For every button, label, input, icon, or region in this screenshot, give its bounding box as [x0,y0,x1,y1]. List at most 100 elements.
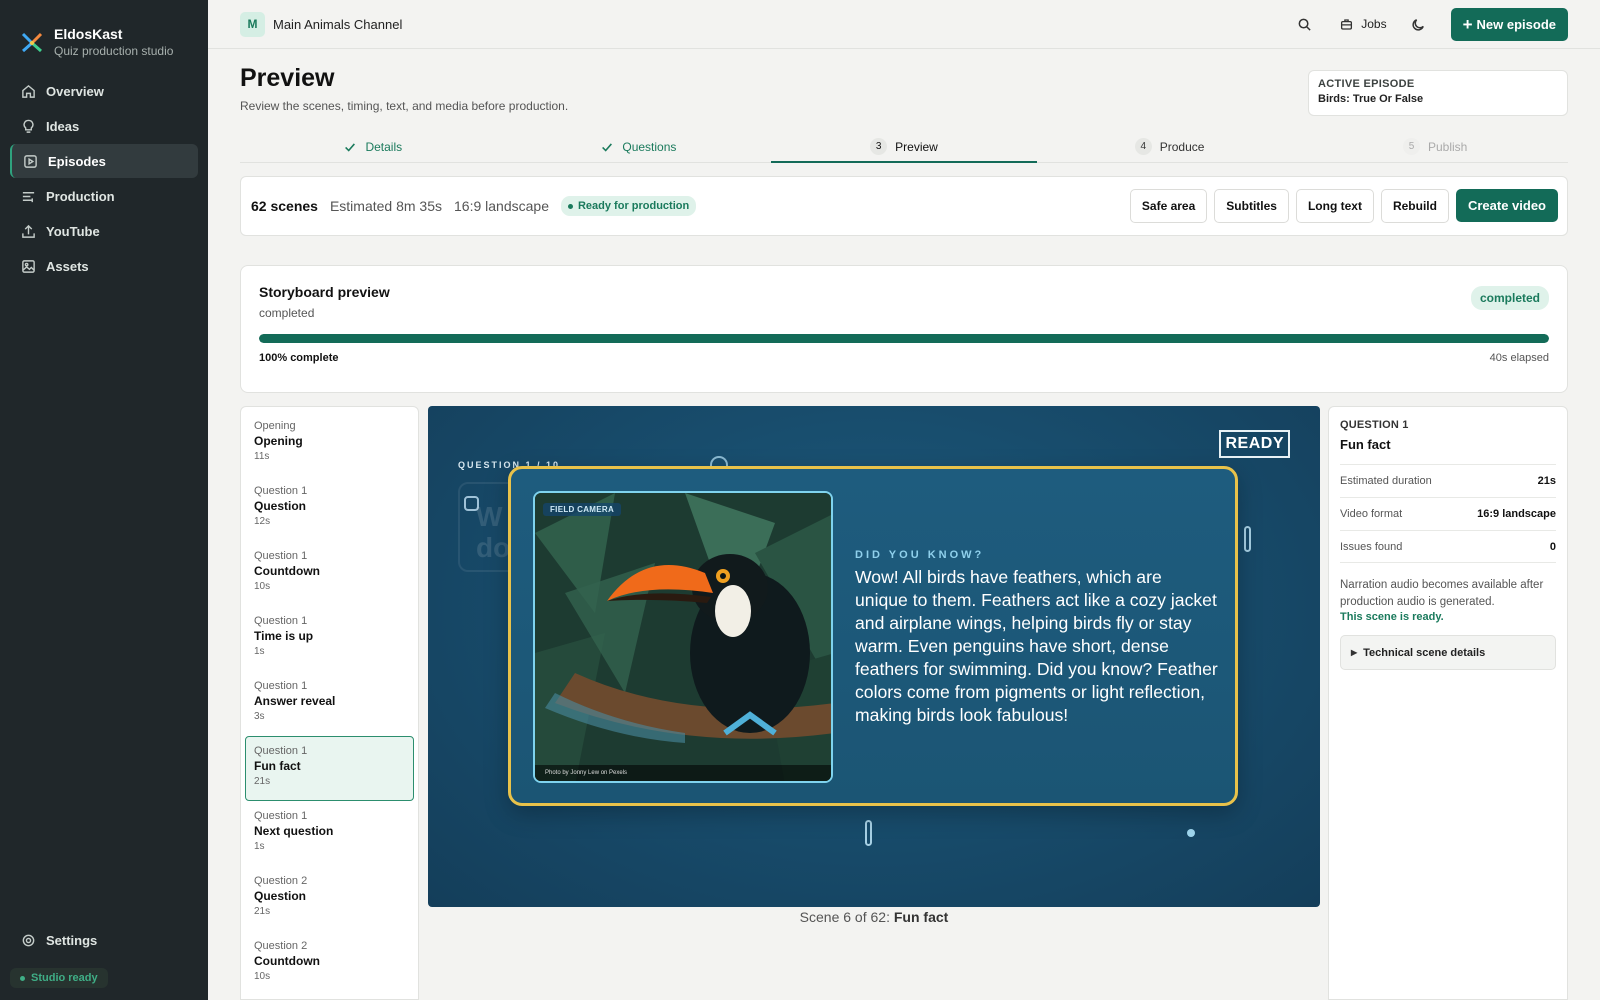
rebuild-button[interactable]: Rebuild [1380,189,1449,223]
active-episode-label: ACTIVE EPISODE [1318,78,1415,90]
app-logo-icon [20,30,44,54]
progress-bar-fill [259,334,1549,343]
photo-credit: Photo by Jonny Lew on Pexels [535,765,831,781]
scene-preview-stage[interactable]: READY QUESTION 1 / 10 Wdo FIELD CAMERA P… [428,406,1320,907]
fun-fact-text: Wow! All birds have feathers, which are … [855,567,1218,725]
step-number: 4 [1134,138,1152,155]
page-header: Preview Review the scenes, timing, text,… [240,64,568,113]
nav-label: Ideas [46,118,80,134]
storyboard-progress-card: Storyboard preview completed completed 1… [240,265,1568,393]
brand[interactable]: EldosKast Quiz production studio [0,0,208,64]
scene-name: Opening [254,434,303,448]
channel-avatar[interactable]: M [240,11,265,37]
jobs-button[interactable]: Jobs [1336,14,1387,34]
nav-item-assets[interactable]: Assets [10,249,198,283]
scene-list-item-selected[interactable]: Question 1 Fun fact 21s [245,736,414,801]
new-episode-button[interactable]: + New episode [1450,7,1568,41]
status-badge: Ready for production [560,196,697,216]
nav-item-ideas[interactable]: Ideas [10,109,198,143]
scene-duration: 1s [254,841,265,852]
scene-list-item[interactable]: Question 1 Time is up 1s [245,606,414,671]
scene-list-item[interactable]: Question 2 Countdown 10s [245,931,414,996]
scene-name: Question [254,499,307,513]
step-preview[interactable]: 3 Preview [771,131,1037,163]
app-tagline: Quiz production studio [54,44,174,58]
fun-fact-card: FIELD CAMERA Photo by Jonny Lew on Pexel… [508,466,1238,806]
step-label: Preview [895,139,938,154]
details-value: 21s [1537,475,1556,487]
details-title: Fun fact [1340,437,1391,452]
step-questions[interactable]: Questions [506,131,772,162]
details-value: 0 [1549,540,1556,553]
scene-list-item[interactable]: Opening Opening 11s [245,411,414,476]
step-number: 5 [1402,138,1420,155]
nav-item-episodes[interactable]: Episodes [10,144,198,178]
scene-name: Answer reveal [254,694,336,708]
scene-list-item[interactable]: Question 1 Next question 1s [245,801,414,866]
scene-duration: 10s [254,971,271,982]
progress-elapsed: 40s elapsed [1489,352,1549,364]
storyboard-title: Storyboard preview [259,284,390,300]
long-text-button[interactable]: Long text [1295,189,1374,223]
step-details[interactable]: Details [240,131,506,162]
nav-item-overview[interactable]: Overview [10,74,198,108]
nav-item-settings[interactable]: Settings [10,923,198,957]
decorative-pill-icon [1244,526,1251,552]
scene-list-item[interactable]: Question 2 Question 21s [245,866,414,931]
status-badge-label: Ready for production [577,200,690,212]
nav-label: Episodes [48,153,106,169]
photo-tag: FIELD CAMERA [543,503,622,516]
scene-details-panel: QUESTION 1 Fun fact Estimated duration 2… [1328,406,1568,1000]
status-badge: completed [1470,286,1549,310]
page-title: Preview [240,64,335,92]
scene-group: Question 2 [254,875,308,887]
active-episode-card[interactable]: ACTIVE EPISODE Birds: True Or False [1308,70,1568,116]
scene-duration: 10s [254,581,271,592]
channel-name[interactable]: Main Animals Channel [273,17,402,32]
nav-item-youtube[interactable]: YouTube [10,214,198,248]
play-square-icon [22,153,38,169]
scene-list-item[interactable]: Question 1 Question 12s [245,476,414,541]
scene-name: Fun fact [254,759,301,773]
step-label: Details [365,139,403,154]
toolbar-actions: Safe area Subtitles Long text Rebuild Cr… [1129,189,1558,223]
page-subtitle: Review the scenes, timing, text, and med… [240,99,569,113]
sidebar: EldosKast Quiz production studio Overvie… [0,0,208,1000]
details-key: Video format [1340,508,1403,520]
estimated-duration: Estimated 8m 35s [329,198,443,214]
create-video-button[interactable]: Create video [1455,189,1558,222]
decorative-dot-icon [1187,829,1195,837]
scene-caption-name: Fun fact [893,909,949,925]
studio-status-label: Studio ready [31,972,98,984]
step-publish: 5 Publish [1302,131,1568,162]
nav-item-production[interactable]: Production [10,179,198,213]
scene-duration: 11s [254,451,270,462]
plus-icon: + [1462,14,1473,34]
search-icon[interactable] [1294,14,1314,34]
lightbulb-icon [20,118,36,134]
active-episode-value: Birds: True Or False [1318,93,1424,105]
scene-group: Question 1 [254,745,308,757]
scene-list-item[interactable]: Question 1 Answer reveal 3s [245,671,414,736]
scene-duration: 21s [254,776,271,787]
details-key: Estimated duration [1340,475,1432,487]
safe-area-button[interactable]: Safe area [1129,189,1208,223]
gear-icon [20,932,36,948]
toucan-photo: FIELD CAMERA Photo by Jonny Lew on Pexel… [533,491,833,783]
scene-list-item[interactable]: Question 1 Countdown 10s [245,541,414,606]
jobs-label: Jobs [1361,17,1387,31]
scene-group: Question 1 [254,550,308,562]
step-produce[interactable]: 4 Produce [1037,131,1303,162]
nav-label: Assets [46,258,89,274]
briefcase-icon [1336,14,1356,34]
background-ghost-text: Wdo [476,501,511,563]
scene-group: Question 1 [254,485,308,497]
upload-icon [20,223,36,239]
technical-details-toggle[interactable]: ▶ Technical scene details [1340,635,1556,670]
scene-group: Question 1 [254,680,308,692]
subtitles-button[interactable]: Subtitles [1214,189,1289,223]
sliders-icon [20,188,36,204]
sidebar-footer: Settings Studio ready [10,923,198,988]
storyboard-status: completed [259,306,315,320]
moon-icon[interactable] [1409,14,1429,34]
